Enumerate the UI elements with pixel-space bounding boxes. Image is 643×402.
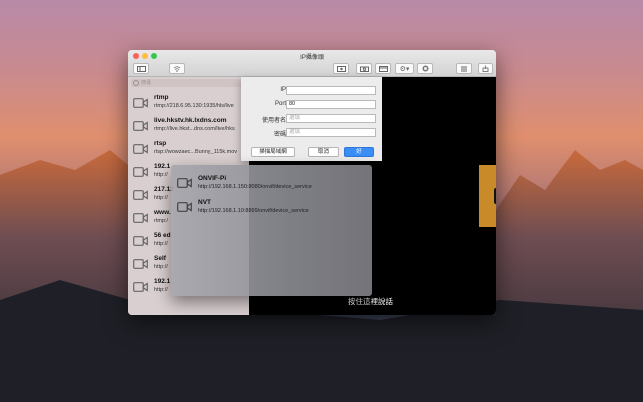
search-placeholder: 搜尋 — [141, 80, 152, 86]
video-camera-icon — [133, 190, 148, 200]
wifi-icon — [173, 65, 181, 72]
video-camera-icon — [133, 236, 148, 246]
camera-name: Self — [154, 255, 166, 262]
camera-name: www. — [154, 209, 171, 216]
device-url: http://192.168.1.10:8899/onvif/device_se… — [198, 208, 309, 214]
search-field[interactable]: 搜尋 — [131, 79, 245, 87]
list-icon — [461, 66, 467, 71]
password-label: 密碼 — [273, 132, 286, 138]
wifi-button[interactable] — [169, 63, 185, 74]
list-view-button[interactable] — [456, 63, 472, 74]
video-camera-icon — [133, 121, 148, 131]
stop-button[interactable] — [417, 63, 433, 74]
camera-name: 192.1 — [154, 278, 171, 285]
title-bar: IP攝像頭 ⚙▾ — [128, 50, 496, 77]
camera-list-item[interactable]: rtsp rtsp://wowzaec...Bunny_115k.mov — [128, 138, 249, 161]
discovered-device-item[interactable]: NVT http://192.168.1.10:8899/onvif/devic… — [171, 199, 372, 221]
stop-icon — [422, 65, 428, 72]
camera-url: rtmp://218.6.95.130:1935/hls/live — [154, 103, 234, 109]
device-url: http://192.168.1.150:8080/onvif/device_s… — [198, 184, 312, 190]
ip-field[interactable] — [286, 86, 376, 95]
device-name: ONVIF-Pi — [198, 175, 227, 182]
ok-button[interactable]: 好 — [344, 147, 374, 157]
push-to-talk-label[interactable]: 按住這裡說話 — [348, 296, 393, 307]
camera-list-item[interactable]: live.hkstv.hk.lxdns.com rtmp://live.hkst… — [128, 115, 249, 138]
video-camera-icon — [133, 213, 148, 223]
video-camera-icon — [177, 178, 192, 188]
record-button[interactable] — [333, 63, 349, 74]
settings-menu-button[interactable]: ⚙▾ — [395, 63, 414, 74]
snapshot-button[interactable] — [356, 63, 372, 74]
add-camera-sheet: IP Port 80 使用者名 選填 密碼 選填 掃描局域網 取消 好 — [241, 77, 382, 161]
video-camera-icon — [177, 202, 192, 212]
camera-name: 56 ed — [154, 232, 171, 239]
camera-name: rtmp — [154, 94, 169, 101]
camera-name: rtsp — [154, 140, 167, 147]
video-camera-icon — [133, 282, 148, 292]
window-icon — [378, 65, 388, 72]
port-label: Port — [274, 101, 286, 107]
video-camera-icon — [133, 259, 148, 269]
share-icon — [482, 65, 489, 72]
camera-name: 192.1 — [154, 163, 171, 170]
password-field[interactable]: 選填 — [286, 128, 376, 137]
camera-list-item[interactable]: rtmp rtmp://218.6.95.130:1935/hls/live — [128, 92, 249, 115]
sidebar-toggle-button[interactable] — [133, 63, 149, 74]
username-field[interactable]: 選填 — [286, 114, 376, 123]
share-button[interactable] — [478, 63, 493, 74]
port-field[interactable]: 80 — [286, 100, 376, 109]
window-mode-button[interactable] — [375, 63, 391, 74]
video-camera-icon — [133, 98, 148, 108]
camera-name: live.hkstv.hk.lxdns.com — [154, 117, 227, 124]
sidebar-toggle-icon — [136, 65, 146, 72]
search-icon — [133, 80, 139, 86]
window-title: IP攝像頭 — [300, 55, 324, 61]
camera-icon — [359, 66, 369, 72]
discovered-device-item[interactable]: ONVIF-Pi http://192.168.1.150:8080/onvif… — [171, 175, 372, 197]
camera-url: rtmp://live.hkst...dns.com/live/hks — [154, 126, 235, 132]
video-camera-icon — [494, 188, 496, 204]
device-name: NVT — [198, 199, 211, 206]
cancel-button[interactable]: 取消 — [308, 147, 339, 157]
video-camera-icon — [133, 167, 148, 177]
scan-lan-button[interactable]: 掃描局域網 — [251, 147, 295, 157]
video-camera-icon — [133, 144, 148, 154]
gear-icon: ⚙▾ — [399, 65, 410, 73]
discovered-devices-popover: ONVIF-Pi http://192.168.1.150:8080/onvif… — [171, 165, 372, 296]
camera-url: rtsp://wowzaec...Bunny_115k.mov — [154, 149, 238, 155]
video-placeholder-frame — [479, 165, 496, 227]
record-icon — [336, 65, 346, 72]
username-label: 使用者名 — [261, 118, 286, 124]
